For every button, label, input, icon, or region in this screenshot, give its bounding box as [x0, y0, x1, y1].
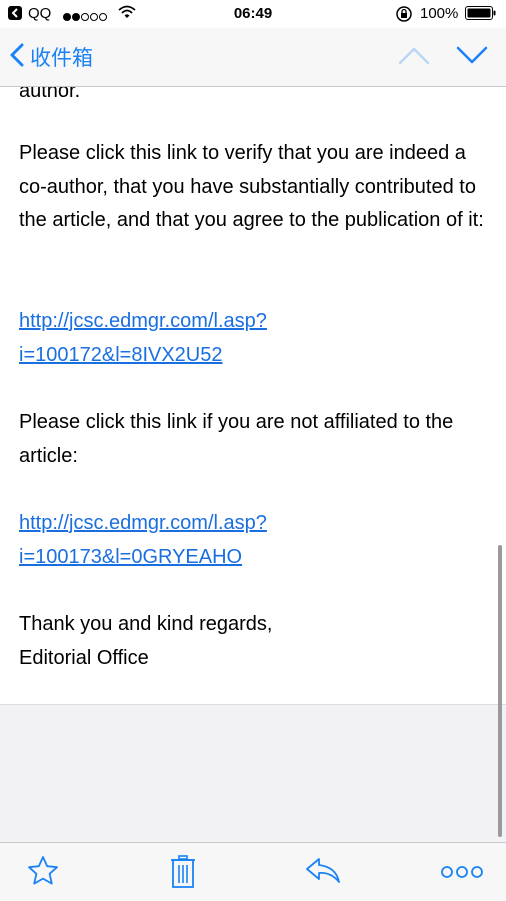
closing-text: Thank you and kind regards, Editorial Of…: [19, 608, 494, 675]
scrollbar[interactable]: [498, 545, 502, 837]
star-icon[interactable]: [27, 855, 59, 892]
verify-instructions-text: Please click this link to verify that yo…: [19, 142, 484, 231]
verify-link-line-1[interactable]: http://jcsc.edmgr.com/l.asp?: [19, 305, 267, 339]
not-affiliated-link[interactable]: http://jcsc.edmgr.com/l.asp? i=100173&l=…: [19, 507, 267, 574]
status-bar: QQ 06:49 100%: [0, 0, 506, 28]
clipped-text: author.: [19, 87, 81, 102]
verify-link-line-2[interactable]: i=100172&l=8IVX2U52: [19, 339, 267, 373]
battery-percent: 100%: [420, 5, 459, 22]
verify-link[interactable]: http://jcsc.edmgr.com/l.asp? i=100172&l=…: [19, 305, 267, 372]
email-footer-area: [0, 704, 506, 843]
reply-icon[interactable]: [305, 855, 341, 890]
more-icon[interactable]: [440, 865, 484, 884]
next-message-chevron-down-icon[interactable]: [456, 44, 488, 71]
email-body[interactable]: author. Please click this link to verify…: [0, 87, 506, 704]
back-button-label: 收件箱: [30, 46, 93, 70]
not-affiliated-instructions-text: Please click this link if you are not af…: [19, 411, 454, 467]
battery-icon: [465, 5, 497, 25]
not-affiliated-link-line-2[interactable]: i=100173&l=0GRYEAHO: [19, 541, 267, 575]
trash-icon[interactable]: [170, 855, 196, 894]
chevron-left-icon: [10, 43, 24, 72]
previous-message-chevron-up-icon[interactable]: [398, 44, 430, 71]
bottom-toolbar: [0, 842, 506, 901]
not-affiliated-link-line-1[interactable]: http://jcsc.edmgr.com/l.asp?: [19, 507, 267, 541]
back-to-inbox-button[interactable]: 收件箱: [10, 42, 93, 72]
closing-line-2: Editorial Office: [19, 646, 149, 669]
orientation-lock-icon: [395, 5, 413, 27]
navigation-bar: 收件箱: [0, 28, 506, 87]
closing-line-1: Thank you and kind regards,: [19, 613, 273, 635]
